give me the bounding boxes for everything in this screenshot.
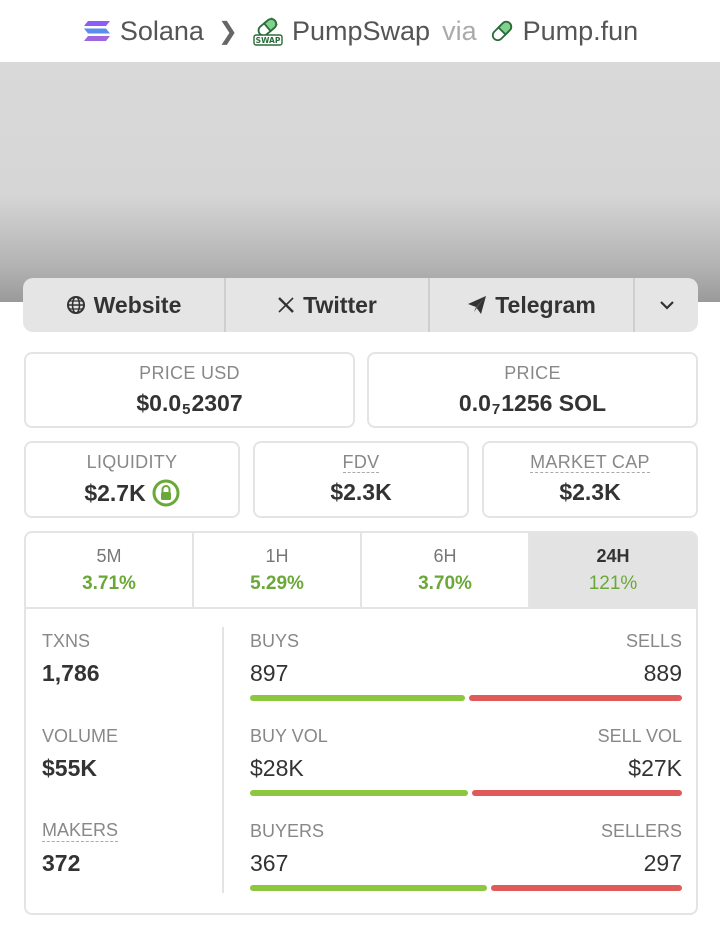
volume-value: $55K bbox=[42, 755, 97, 781]
price-sol-label: PRICE bbox=[504, 363, 561, 383]
tab-24h-label: 24H bbox=[596, 545, 630, 566]
tab-1h-label: 1H bbox=[265, 545, 289, 566]
breadcrumb-chain-label: Solana bbox=[119, 15, 204, 46]
stats-rows: TXNS 1,786 BUYS SELLS 897 889 VOLUME $55… bbox=[26, 609, 696, 913]
pumpswap-icon: SWAP bbox=[252, 16, 284, 46]
stats-divider bbox=[222, 627, 224, 893]
buyers-sellers-block: BUYERS SELLERS 367 297 bbox=[250, 821, 682, 891]
sell-vol-value: $27K bbox=[628, 755, 682, 781]
buys-sells-ratio-bar bbox=[250, 695, 682, 701]
price-usd-zero-count: 5 bbox=[182, 401, 191, 418]
telegram-link[interactable]: Telegram bbox=[430, 278, 635, 332]
price-usd-value: $0.0 5 2307 bbox=[136, 390, 243, 418]
breadcrumb-chain[interactable]: Solana bbox=[82, 16, 204, 47]
sellers-label: SELLERS bbox=[600, 821, 682, 841]
breadcrumb-source-label: Pump.fun bbox=[522, 15, 639, 46]
sellers-value: 297 bbox=[643, 850, 682, 876]
breadcrumb-dex[interactable]: SWAP PumpSwap bbox=[252, 16, 430, 47]
fdv-value: $2.3K bbox=[330, 479, 392, 506]
transactions-panel: 5M 3.71% 1H 5.29% 6H 3.70% 24H 121% TXNS… bbox=[24, 531, 698, 915]
chevron-down-icon bbox=[659, 300, 675, 310]
price-sol-prefix: 0.0 bbox=[458, 390, 491, 416]
social-links-bar: Website Twitter Telegram bbox=[23, 278, 698, 332]
buyers-value: 367 bbox=[250, 850, 289, 876]
buys-bar bbox=[250, 695, 465, 701]
telegram-link-label: Telegram bbox=[495, 291, 596, 318]
chevron-right-icon: ❯ bbox=[217, 17, 238, 45]
buys-label: BUYS bbox=[250, 631, 300, 651]
price-usd-card: PRICE USD $0.0 5 2307 bbox=[24, 352, 355, 428]
fdv-card: FDV $2.3K bbox=[253, 441, 469, 518]
market-cap-card: MARKET CAP $2.3K bbox=[482, 441, 698, 518]
sells-bar bbox=[468, 695, 682, 701]
buyers-sellers-ratio-bar bbox=[250, 885, 682, 891]
makers-label: MAKERS bbox=[42, 820, 119, 842]
buys-sells-block: BUYS SELLS 897 889 bbox=[250, 631, 682, 701]
sells-label: SELLS bbox=[625, 631, 682, 651]
price-sol-suffix: 1256 SOL bbox=[501, 390, 607, 416]
price-usd-prefix: $0.0 bbox=[136, 390, 182, 416]
price-sol-value: 0.0 7 1256 SOL bbox=[458, 390, 607, 418]
period-tabs: 5M 3.71% 1H 5.29% 6H 3.70% 24H 121% bbox=[26, 533, 696, 609]
sellers-bar bbox=[490, 885, 682, 891]
buy-vol-value: $28K bbox=[250, 755, 304, 781]
x-logo-icon bbox=[277, 296, 295, 314]
tab-1h[interactable]: 1H 5.29% bbox=[194, 533, 362, 607]
tab-5m-label: 5M bbox=[96, 545, 122, 566]
sell-vol-bar bbox=[471, 790, 682, 796]
buys-value: 897 bbox=[250, 660, 289, 686]
buy-vol-bar bbox=[250, 790, 468, 796]
liquidity-label: LIQUIDITY bbox=[86, 452, 178, 472]
pill-icon bbox=[489, 18, 515, 44]
tab-5m-change: 3.71% bbox=[82, 572, 136, 594]
token-banner bbox=[0, 62, 720, 302]
liquidity-card: LIQUIDITY $2.7K bbox=[24, 441, 240, 518]
website-link[interactable]: Website bbox=[23, 278, 226, 332]
tab-6h[interactable]: 6H 3.70% bbox=[362, 533, 530, 607]
pumpswap-badge-text: SWAP bbox=[256, 36, 281, 45]
liquidity-value-row: $2.7K bbox=[84, 479, 180, 507]
volume-label: VOLUME bbox=[42, 726, 119, 746]
sell-vol-label: SELL VOL bbox=[597, 726, 682, 746]
makers-block: MAKERS 372 bbox=[42, 820, 119, 877]
buy-sell-volume-ratio-bar bbox=[250, 790, 682, 796]
twitter-link-label: Twitter bbox=[303, 291, 377, 318]
market-cap-label: MARKET CAP bbox=[530, 451, 650, 474]
price-sol-card: PRICE 0.0 7 1256 SOL bbox=[367, 352, 698, 428]
breadcrumb-via: via bbox=[442, 15, 477, 46]
makers-value: 372 bbox=[42, 849, 81, 876]
tab-1h-change: 5.29% bbox=[250, 572, 304, 594]
txns-label: TXNS bbox=[42, 631, 91, 651]
volume-block: VOLUME $55K bbox=[42, 726, 118, 782]
lock-icon[interactable] bbox=[152, 479, 180, 507]
breadcrumb: Solana ❯ SWAP PumpSwap via Pump.fun bbox=[0, 0, 720, 62]
buy-sell-volume-block: BUY VOL SELL VOL $28K $27K bbox=[250, 726, 682, 796]
tab-24h-change: 121% bbox=[588, 572, 638, 594]
tab-6h-change: 3.70% bbox=[418, 572, 472, 594]
buyers-bar bbox=[250, 885, 487, 891]
breadcrumb-dex-label: PumpSwap bbox=[292, 15, 431, 46]
solana-icon bbox=[82, 19, 112, 43]
twitter-link[interactable]: Twitter bbox=[226, 278, 430, 332]
buy-vol-label: BUY VOL bbox=[250, 726, 328, 746]
price-usd-suffix: 2307 bbox=[191, 390, 243, 416]
price-sol-zero-count: 7 bbox=[491, 401, 501, 418]
tab-6h-label: 6H bbox=[433, 545, 457, 566]
paper-plane-icon bbox=[467, 295, 487, 315]
website-link-label: Website bbox=[93, 291, 182, 318]
liquidity-value: $2.7K bbox=[84, 479, 146, 506]
globe-icon bbox=[66, 295, 86, 315]
breadcrumb-source[interactable]: Pump.fun bbox=[489, 15, 639, 47]
fdv-label: FDV bbox=[342, 451, 380, 474]
price-usd-label: PRICE USD bbox=[139, 363, 240, 383]
more-links-button[interactable] bbox=[635, 278, 698, 332]
market-cap-value: $2.3K bbox=[559, 479, 621, 506]
tab-24h[interactable]: 24H 121% bbox=[530, 533, 696, 607]
txns-value: 1,786 bbox=[42, 660, 100, 686]
sells-value: 889 bbox=[643, 660, 682, 686]
tab-5m[interactable]: 5M 3.71% bbox=[26, 533, 194, 607]
buyers-label: BUYERS bbox=[250, 821, 325, 841]
txns-block: TXNS 1,786 bbox=[42, 631, 100, 687]
